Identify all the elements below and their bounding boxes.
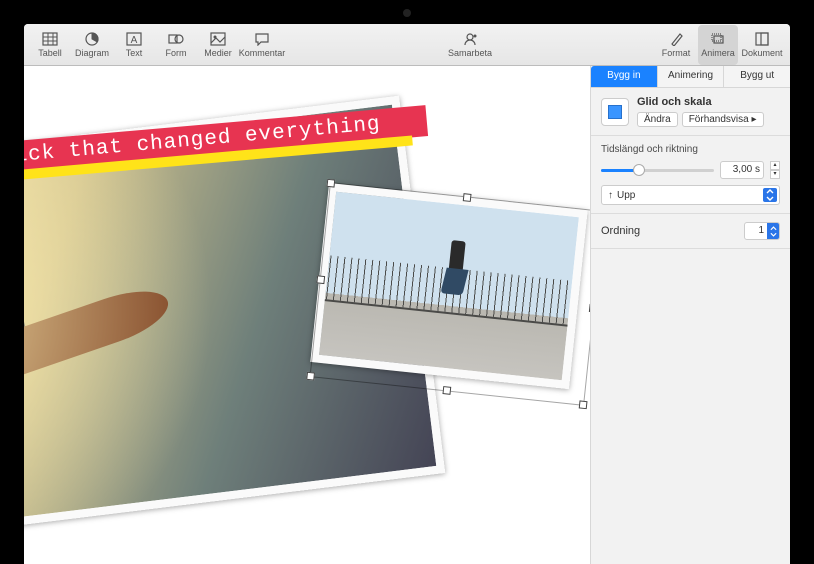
change-animation-button[interactable]: Ändra — [637, 112, 678, 127]
toolbar-label: Dokument — [741, 48, 782, 58]
animate-inspector: Bygg in Animering Bygg ut Glid och skala… — [590, 66, 790, 564]
toolbar-document[interactable]: Dokument — [740, 25, 784, 65]
tab-action[interactable]: Animering — [658, 66, 725, 87]
toolbar-collaborate[interactable]: Samarbeta — [448, 25, 492, 65]
text-icon: A — [126, 32, 142, 46]
animation-name: Glid och skala — [637, 96, 780, 108]
animate-icon — [710, 32, 726, 46]
toolbar-table[interactable]: Tabell — [30, 25, 70, 65]
slide-canvas[interactable]: e trick that changed everything — [24, 66, 590, 564]
preview-button[interactable]: Förhandsvisa ▸ — [682, 112, 764, 127]
comment-icon — [254, 32, 270, 46]
laptop-camera — [403, 9, 411, 17]
format-icon — [668, 32, 684, 46]
tab-build-out[interactable]: Bygg ut — [724, 66, 790, 87]
media-icon — [210, 32, 226, 46]
toolbar-format[interactable]: Format — [656, 25, 696, 65]
toolbar-label: Medier — [204, 48, 232, 58]
inspector-tabs: Bygg in Animering Bygg ut — [591, 66, 790, 88]
animation-thumbnail — [601, 98, 629, 126]
order-label: Ordning — [601, 225, 640, 237]
toolbar-label: Animera — [701, 48, 735, 58]
toolbar-chart[interactable]: Diagram — [72, 25, 112, 65]
toolbar-label: Format — [662, 48, 691, 58]
duration-stepper[interactable]: ▴▾ — [770, 161, 780, 179]
toolbar-label: Text — [126, 48, 143, 58]
order-field[interactable]: 1 — [744, 222, 780, 240]
collaborate-icon — [462, 32, 478, 46]
duration-slider[interactable] — [601, 162, 714, 178]
tab-build-in[interactable]: Bygg in — [591, 66, 658, 87]
toolbar-label: Kommentar — [239, 48, 286, 58]
toolbar-animate[interactable]: Animera — [698, 25, 738, 65]
chevrons-icon — [763, 188, 777, 202]
toolbar-text[interactable]: A Text — [114, 25, 154, 65]
toolbar-label: Tabell — [38, 48, 62, 58]
shape-icon — [168, 32, 184, 46]
chevrons-icon — [767, 223, 779, 239]
duration-field[interactable]: 3,00 s — [720, 161, 764, 179]
arrow-up-icon: ↑ — [608, 190, 613, 201]
svg-text:A: A — [131, 35, 138, 46]
document-icon — [754, 32, 770, 46]
photo-small-selected[interactable] — [310, 183, 587, 389]
table-icon — [42, 32, 58, 46]
app-window: Tabell Diagram A Text Form Medier Kommen… — [24, 24, 790, 564]
toolbar-label: Form — [166, 48, 187, 58]
toolbar-shape[interactable]: Form — [156, 25, 196, 65]
toolbar-label: Samarbeta — [448, 48, 492, 58]
chart-icon — [84, 32, 100, 46]
toolbar-media[interactable]: Medier — [198, 25, 238, 65]
direction-dropdown[interactable]: ↑ Upp — [601, 185, 780, 205]
toolbar-comment[interactable]: Kommentar — [240, 25, 284, 65]
duration-section-label: Tidslängd och riktning — [601, 144, 780, 155]
direction-value: Upp — [617, 190, 635, 201]
toolbar: Tabell Diagram A Text Form Medier Kommen… — [24, 24, 790, 66]
toolbar-label: Diagram — [75, 48, 109, 58]
